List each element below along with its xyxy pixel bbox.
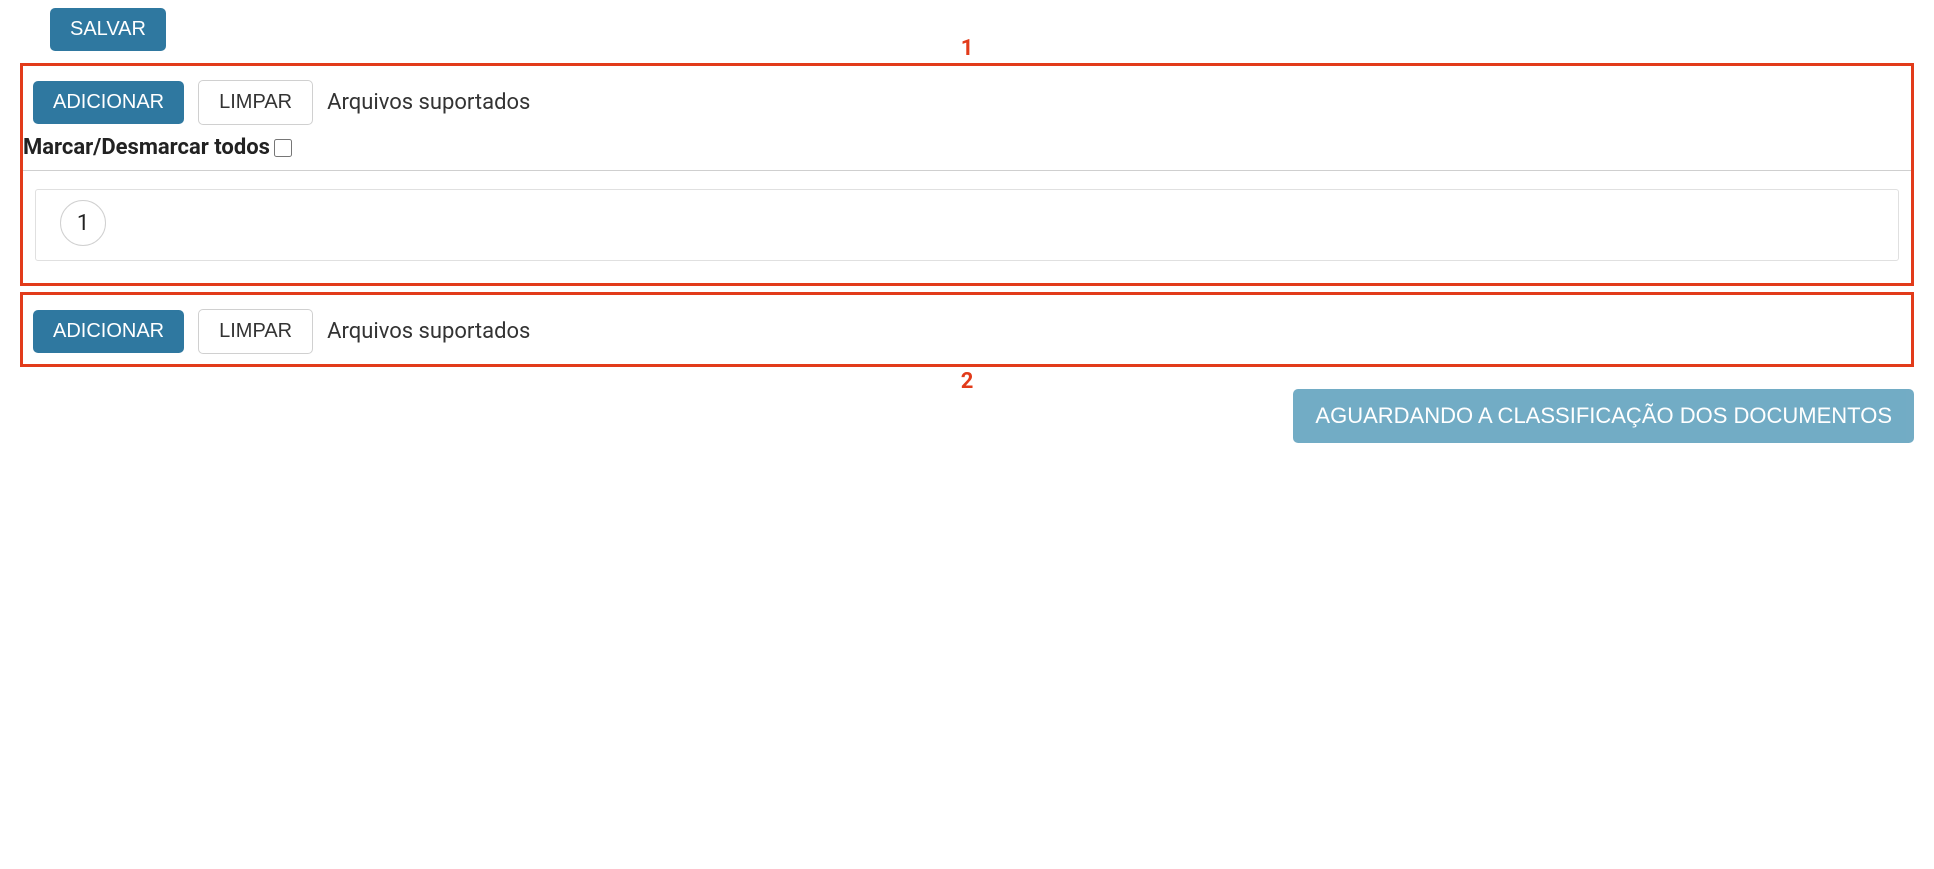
upload-toolbar-2: ADICIONAR LIMPAR Arquivos suportados [23, 295, 1911, 364]
mark-all-row: Marcar/Desmarcar todos [23, 135, 1911, 170]
upload-toolbar-1: ADICIONAR LIMPAR Arquivos suportados [23, 66, 1911, 135]
add-button-2[interactable]: ADICIONAR [33, 310, 184, 353]
clear-button[interactable]: LIMPAR [198, 80, 313, 125]
save-button[interactable]: SALVAR [50, 8, 166, 51]
supported-files-label: Arquivos suportados [327, 90, 530, 115]
annotation-box-1: 1 ADICIONAR LIMPAR Arquivos suportados M… [20, 63, 1914, 286]
annotation-label-1: 1 [961, 36, 974, 61]
mark-all-label: Marcar/Desmarcar todos [23, 135, 270, 160]
add-button[interactable]: ADICIONAR [33, 81, 184, 124]
annotation-box-2: ADICIONAR LIMPAR Arquivos suportados 2 [20, 292, 1914, 367]
annotation-label-2: 2 [961, 369, 974, 394]
file-card: 1 [35, 189, 1899, 261]
file-index-badge: 1 [60, 200, 106, 246]
mark-all-checkbox[interactable] [274, 139, 292, 157]
clear-button-2[interactable]: LIMPAR [198, 309, 313, 354]
file-list: 1 [23, 170, 1911, 279]
awaiting-classification-button[interactable]: AGUARDANDO A CLASSIFICAÇÃO DOS DOCUMENTO… [1293, 389, 1914, 443]
supported-files-label-2: Arquivos suportados [327, 319, 530, 344]
